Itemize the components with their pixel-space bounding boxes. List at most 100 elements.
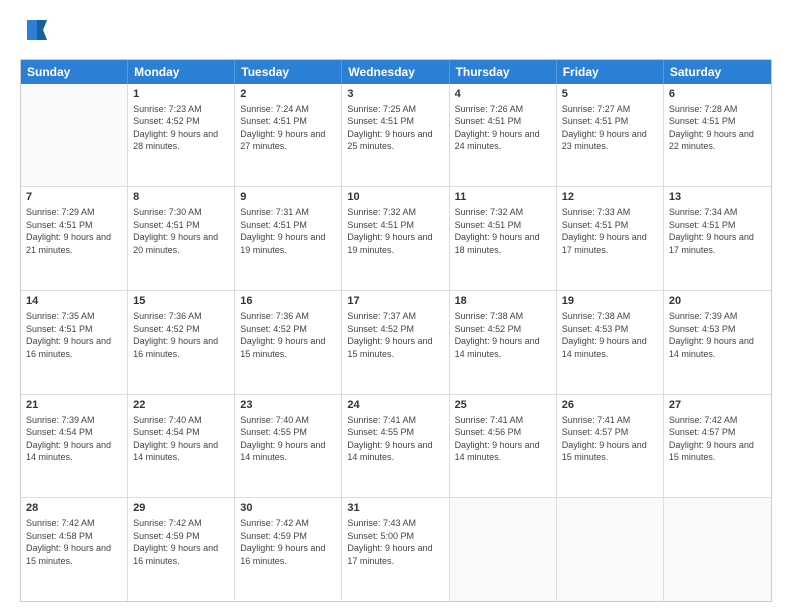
day-number: 17 [347,294,443,309]
day-number: 4 [455,87,551,102]
day-info: Sunrise: 7:36 AMSunset: 4:52 PMDaylight:… [133,310,229,360]
cal-cell: 20Sunrise: 7:39 AMSunset: 4:53 PMDayligh… [664,291,771,394]
cal-cell: 5Sunrise: 7:27 AMSunset: 4:51 PMDaylight… [557,84,664,187]
day-number: 20 [669,294,766,309]
cal-cell: 31Sunrise: 7:43 AMSunset: 5:00 PMDayligh… [342,498,449,601]
cal-cell: 25Sunrise: 7:41 AMSunset: 4:56 PMDayligh… [450,395,557,498]
logo-text [20,16,51,49]
day-number: 29 [133,501,229,516]
day-number: 14 [26,294,122,309]
cal-header-thursday: Thursday [450,60,557,84]
logo-flag-icon [23,16,51,44]
cal-week-3: 14Sunrise: 7:35 AMSunset: 4:51 PMDayligh… [21,290,771,394]
day-info: Sunrise: 7:32 AMSunset: 4:51 PMDaylight:… [347,206,443,256]
day-number: 2 [240,87,336,102]
cal-cell: 13Sunrise: 7:34 AMSunset: 4:51 PMDayligh… [664,187,771,290]
day-info: Sunrise: 7:23 AMSunset: 4:52 PMDaylight:… [133,103,229,153]
day-info: Sunrise: 7:38 AMSunset: 4:52 PMDaylight:… [455,310,551,360]
cal-cell: 12Sunrise: 7:33 AMSunset: 4:51 PMDayligh… [557,187,664,290]
cal-cell: 26Sunrise: 7:41 AMSunset: 4:57 PMDayligh… [557,395,664,498]
cal-cell: 24Sunrise: 7:41 AMSunset: 4:55 PMDayligh… [342,395,449,498]
calendar-body: 1Sunrise: 7:23 AMSunset: 4:52 PMDaylight… [21,84,771,601]
cal-cell: 4Sunrise: 7:26 AMSunset: 4:51 PMDaylight… [450,84,557,187]
cal-cell: 21Sunrise: 7:39 AMSunset: 4:54 PMDayligh… [21,395,128,498]
day-number: 8 [133,190,229,205]
cal-cell: 7Sunrise: 7:29 AMSunset: 4:51 PMDaylight… [21,187,128,290]
day-info: Sunrise: 7:39 AMSunset: 4:53 PMDaylight:… [669,310,766,360]
page: SundayMondayTuesdayWednesdayThursdayFrid… [0,0,792,612]
cal-cell: 10Sunrise: 7:32 AMSunset: 4:51 PMDayligh… [342,187,449,290]
day-number: 3 [347,87,443,102]
day-info: Sunrise: 7:29 AMSunset: 4:51 PMDaylight:… [26,206,122,256]
cal-cell: 29Sunrise: 7:42 AMSunset: 4:59 PMDayligh… [128,498,235,601]
cal-cell: 22Sunrise: 7:40 AMSunset: 4:54 PMDayligh… [128,395,235,498]
cal-cell [664,498,771,601]
day-number: 9 [240,190,336,205]
cal-cell: 2Sunrise: 7:24 AMSunset: 4:51 PMDaylight… [235,84,342,187]
day-number: 25 [455,398,551,413]
day-number: 19 [562,294,658,309]
day-number: 30 [240,501,336,516]
cal-cell: 18Sunrise: 7:38 AMSunset: 4:52 PMDayligh… [450,291,557,394]
cal-cell: 27Sunrise: 7:42 AMSunset: 4:57 PMDayligh… [664,395,771,498]
cal-header-tuesday: Tuesday [235,60,342,84]
calendar-header-row: SundayMondayTuesdayWednesdayThursdayFrid… [21,60,771,84]
cal-cell: 8Sunrise: 7:30 AMSunset: 4:51 PMDaylight… [128,187,235,290]
day-info: Sunrise: 7:41 AMSunset: 4:56 PMDaylight:… [455,414,551,464]
day-number: 16 [240,294,336,309]
cal-cell [450,498,557,601]
day-info: Sunrise: 7:42 AMSunset: 4:59 PMDaylight:… [133,517,229,567]
day-info: Sunrise: 7:28 AMSunset: 4:51 PMDaylight:… [669,103,766,153]
cal-header-saturday: Saturday [664,60,771,84]
cal-header-sunday: Sunday [21,60,128,84]
cal-cell: 9Sunrise: 7:31 AMSunset: 4:51 PMDaylight… [235,187,342,290]
day-number: 18 [455,294,551,309]
day-number: 10 [347,190,443,205]
day-info: Sunrise: 7:42 AMSunset: 4:59 PMDaylight:… [240,517,336,567]
day-number: 27 [669,398,766,413]
day-info: Sunrise: 7:42 AMSunset: 4:57 PMDaylight:… [669,414,766,464]
day-number: 6 [669,87,766,102]
day-info: Sunrise: 7:41 AMSunset: 4:57 PMDaylight:… [562,414,658,464]
cal-cell: 6Sunrise: 7:28 AMSunset: 4:51 PMDaylight… [664,84,771,187]
cal-week-2: 7Sunrise: 7:29 AMSunset: 4:51 PMDaylight… [21,186,771,290]
cal-header-friday: Friday [557,60,664,84]
cal-cell [557,498,664,601]
cal-header-monday: Monday [128,60,235,84]
day-info: Sunrise: 7:43 AMSunset: 5:00 PMDaylight:… [347,517,443,567]
cal-week-4: 21Sunrise: 7:39 AMSunset: 4:54 PMDayligh… [21,394,771,498]
cal-cell: 1Sunrise: 7:23 AMSunset: 4:52 PMDaylight… [128,84,235,187]
day-info: Sunrise: 7:27 AMSunset: 4:51 PMDaylight:… [562,103,658,153]
day-number: 11 [455,190,551,205]
day-info: Sunrise: 7:37 AMSunset: 4:52 PMDaylight:… [347,310,443,360]
header [20,16,772,49]
calendar: SundayMondayTuesdayWednesdayThursdayFrid… [20,59,772,602]
day-info: Sunrise: 7:33 AMSunset: 4:51 PMDaylight:… [562,206,658,256]
cal-cell: 30Sunrise: 7:42 AMSunset: 4:59 PMDayligh… [235,498,342,601]
cal-week-1: 1Sunrise: 7:23 AMSunset: 4:52 PMDaylight… [21,84,771,187]
cal-cell: 23Sunrise: 7:40 AMSunset: 4:55 PMDayligh… [235,395,342,498]
day-info: Sunrise: 7:39 AMSunset: 4:54 PMDaylight:… [26,414,122,464]
day-info: Sunrise: 7:34 AMSunset: 4:51 PMDaylight:… [669,206,766,256]
cal-week-5: 28Sunrise: 7:42 AMSunset: 4:58 PMDayligh… [21,497,771,601]
day-number: 15 [133,294,229,309]
day-number: 31 [347,501,443,516]
cal-cell: 28Sunrise: 7:42 AMSunset: 4:58 PMDayligh… [21,498,128,601]
day-info: Sunrise: 7:38 AMSunset: 4:53 PMDaylight:… [562,310,658,360]
cal-header-wednesday: Wednesday [342,60,449,84]
day-info: Sunrise: 7:36 AMSunset: 4:52 PMDaylight:… [240,310,336,360]
day-info: Sunrise: 7:42 AMSunset: 4:58 PMDaylight:… [26,517,122,567]
day-number: 21 [26,398,122,413]
day-number: 12 [562,190,658,205]
day-info: Sunrise: 7:26 AMSunset: 4:51 PMDaylight:… [455,103,551,153]
cal-cell: 3Sunrise: 7:25 AMSunset: 4:51 PMDaylight… [342,84,449,187]
cal-cell [21,84,128,187]
day-number: 13 [669,190,766,205]
cal-cell: 11Sunrise: 7:32 AMSunset: 4:51 PMDayligh… [450,187,557,290]
day-number: 22 [133,398,229,413]
day-number: 7 [26,190,122,205]
day-info: Sunrise: 7:35 AMSunset: 4:51 PMDaylight:… [26,310,122,360]
cal-cell: 16Sunrise: 7:36 AMSunset: 4:52 PMDayligh… [235,291,342,394]
cal-cell: 14Sunrise: 7:35 AMSunset: 4:51 PMDayligh… [21,291,128,394]
day-number: 1 [133,87,229,102]
